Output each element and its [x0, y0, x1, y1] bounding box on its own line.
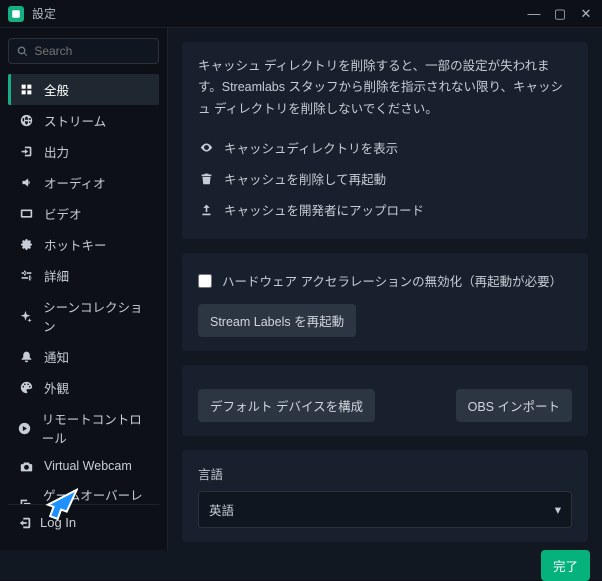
restart-stream-labels-button[interactable]: Stream Labels を再起動 — [198, 304, 356, 337]
sidebar-item-label: ゲームオーバーレイ — [43, 485, 149, 504]
audio-icon — [18, 176, 34, 189]
obs-import-button[interactable]: OBS インポート — [456, 389, 572, 422]
sidebar-item-10[interactable]: リモートコントロール — [8, 403, 159, 453]
login-button[interactable]: Log In — [8, 504, 159, 540]
upload-cache-button[interactable]: キャッシュを開発者にアップロード — [198, 194, 572, 225]
sidebar-item-7[interactable]: シーンコレクション — [8, 291, 159, 341]
gear-icon — [18, 238, 34, 251]
disable-hwaccel-label: ハードウェア アクセラレーションの無効化（再起動が必要） — [222, 271, 562, 290]
sidebar-item-5[interactable]: ホットキー — [8, 229, 159, 260]
language-label: 言語 — [198, 464, 572, 483]
play-icon — [18, 422, 32, 435]
show-cache-label: キャッシュディレクトリを表示 — [224, 138, 398, 157]
sidebar-item-label: 出力 — [44, 142, 69, 161]
sidebar-item-label: 詳細 — [44, 266, 69, 285]
sidebar-item-4[interactable]: ビデオ — [8, 198, 159, 229]
minimize-button[interactable]: ― — [526, 6, 542, 22]
hwaccel-section: ハードウェア アクセラレーションの無効化（再起動が必要） Stream Labe… — [182, 253, 588, 351]
search-input[interactable] — [34, 44, 150, 58]
sidebar-item-0[interactable]: 全般 — [8, 74, 159, 105]
signout-icon — [18, 145, 34, 158]
close-button[interactable]: ✕ — [578, 6, 594, 22]
palette-icon — [18, 381, 34, 394]
sparkle-icon — [18, 310, 33, 323]
sidebar-item-12[interactable]: ゲームオーバーレイ — [8, 479, 159, 504]
grid-icon — [18, 83, 34, 96]
done-button[interactable]: 完了 — [541, 550, 590, 581]
nav-list: 全般ストリーム出力オーディオビデオホットキー詳細シーンコレクション通知外観リモー… — [8, 74, 159, 504]
sidebar-item-label: ストリーム — [44, 111, 106, 130]
delete-cache-restart-button[interactable]: キャッシュを削除して再起動 — [198, 163, 572, 194]
cache-warning-text: キャッシュ ディレクトリを削除すると、一部の設定が失われます。Streamlab… — [198, 56, 572, 120]
footer-bar: 完了 — [0, 550, 602, 580]
show-cache-dir-button[interactable]: キャッシュディレクトリを表示 — [198, 132, 572, 163]
sidebar: 全般ストリーム出力オーディオビデオホットキー詳細シーンコレクション通知外観リモー… — [0, 28, 168, 550]
sidebar-item-label: オーディオ — [44, 173, 106, 192]
sidebar-item-6[interactable]: 詳細 — [8, 260, 159, 291]
eye-icon — [198, 141, 214, 154]
window-title: 設定 — [32, 5, 56, 22]
search-icon — [17, 45, 28, 58]
search-field[interactable] — [8, 38, 159, 64]
language-section: 言語 英語 ▾ — [182, 450, 588, 542]
titlebar: 設定 ― ▢ ✕ — [0, 0, 602, 28]
camera-icon — [18, 460, 34, 473]
sidebar-item-label: リモートコントロール — [42, 409, 149, 447]
delete-cache-label: キャッシュを削除して再起動 — [224, 169, 386, 188]
chevron-down-icon: ▾ — [555, 502, 561, 517]
sliders-icon — [18, 269, 34, 282]
sidebar-item-label: ホットキー — [44, 235, 107, 254]
language-select[interactable]: 英語 ▾ — [198, 491, 572, 528]
sidebar-item-label: Virtual Webcam — [44, 459, 132, 473]
login-label: Log In — [40, 515, 76, 530]
app-icon — [8, 6, 24, 22]
sidebar-item-9[interactable]: 外観 — [8, 372, 159, 403]
sidebar-item-1[interactable]: ストリーム — [8, 105, 159, 136]
disable-hwaccel-input[interactable] — [198, 274, 212, 288]
sidebar-item-label: 全般 — [44, 80, 69, 99]
sidebar-item-label: ビデオ — [44, 204, 82, 223]
video-icon — [18, 207, 34, 220]
content-pane: キャッシュ ディレクトリを削除すると、一部の設定が失われます。Streamlab… — [168, 28, 602, 550]
trash-icon — [198, 172, 214, 185]
sidebar-item-label: 外観 — [44, 378, 69, 397]
login-icon — [18, 516, 32, 530]
sidebar-item-8[interactable]: 通知 — [8, 341, 159, 372]
language-value: 英語 — [209, 500, 234, 519]
sidebar-item-2[interactable]: 出力 — [8, 136, 159, 167]
sidebar-item-label: シーンコレクション — [43, 297, 149, 335]
cache-section: キャッシュ ディレクトリを削除すると、一部の設定が失われます。Streamlab… — [182, 42, 588, 239]
bell-icon — [18, 350, 34, 363]
sidebar-item-3[interactable]: オーディオ — [8, 167, 159, 198]
maximize-button[interactable]: ▢ — [552, 6, 568, 22]
globe-icon — [18, 114, 34, 127]
devices-section: デフォルト デバイスを構成 OBS インポート — [182, 365, 588, 436]
sidebar-item-label: 通知 — [44, 347, 69, 366]
window-controls: ― ▢ ✕ — [526, 6, 594, 22]
upload-icon — [198, 203, 214, 216]
configure-default-devices-button[interactable]: デフォルト デバイスを構成 — [198, 389, 375, 422]
upload-cache-label: キャッシュを開発者にアップロード — [224, 200, 424, 219]
sidebar-item-11[interactable]: Virtual Webcam — [8, 453, 159, 479]
disable-hwaccel-checkbox[interactable]: ハードウェア アクセラレーションの無効化（再起動が必要） — [198, 267, 572, 294]
